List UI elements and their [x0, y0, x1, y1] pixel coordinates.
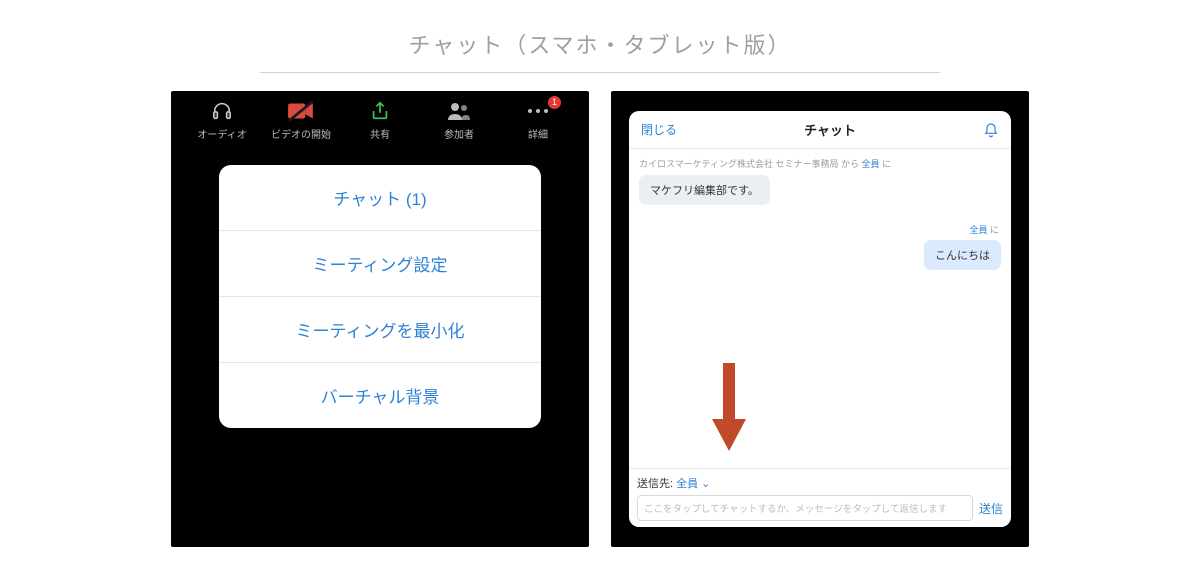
audio-label: オーディオ: [197, 126, 246, 141]
sendto-value[interactable]: 全員: [676, 478, 698, 490]
popover-virtual-background[interactable]: バーチャル背景: [219, 363, 541, 428]
share-label: 共有: [370, 126, 390, 141]
incoming-meta: カイロスマーケティング株式会社 セミナー事務局 から 全員 に: [639, 157, 1001, 170]
share-icon: [366, 99, 394, 123]
share-button[interactable]: 共有: [347, 99, 413, 141]
headphones-icon: [208, 99, 236, 123]
sendto-label: 送信先:: [637, 478, 676, 490]
video-off-icon: [287, 99, 315, 123]
audio-button[interactable]: オーディオ: [189, 99, 255, 141]
left-device-screenshot: オーディオ ビデオの開始: [171, 91, 589, 547]
annotation-arrow-icon: [709, 363, 749, 458]
video-button[interactable]: ビデオの開始: [268, 99, 334, 141]
video-label: ビデオの開始: [271, 126, 331, 141]
participants-icon: [445, 99, 473, 123]
close-button[interactable]: 閉じる: [641, 121, 677, 138]
more-popover: チャット (1) ミーティング設定 ミーティングを最小化 バーチャル背景: [219, 165, 541, 428]
right-device-screenshot: 閉じる チャット カイロスマーケティング株式会社 セミナー事務局 から 全員 に…: [611, 91, 1029, 547]
chevron-down-icon: ⌄: [698, 478, 710, 490]
chat-title: チャット: [804, 120, 856, 139]
bell-icon[interactable]: [983, 122, 999, 138]
outgoing-bubble[interactable]: こんにちは: [639, 240, 1001, 270]
page-title: チャット（スマホ・タブレット版）: [0, 0, 1200, 72]
popover-minimize-meeting[interactable]: ミーティングを最小化: [219, 297, 541, 363]
message-input[interactable]: ここをタップしてチャットするか、メッセージをタップして返信します: [637, 495, 973, 521]
chat-window: 閉じる チャット カイロスマーケティング株式会社 セミナー事務局 から 全員 に…: [629, 111, 1011, 527]
title-underline: [260, 72, 940, 73]
outgoing-meta: 全員 に: [639, 223, 999, 236]
notification-badge: 1: [548, 96, 561, 109]
incoming-bubble[interactable]: マケフリ編集部です。: [639, 175, 1001, 205]
participants-button[interactable]: 参加者: [426, 99, 492, 141]
send-button[interactable]: 送信: [979, 500, 1003, 517]
more-button[interactable]: 1 詳細: [505, 99, 571, 141]
zoom-toolbar: オーディオ ビデオの開始: [171, 91, 589, 145]
chat-body: カイロスマーケティング株式会社 セミナー事務局 から 全員 に マケフリ編集部で…: [629, 149, 1011, 468]
chat-header: 閉じる チャット: [629, 111, 1011, 149]
send-to-row[interactable]: 送信先: 全員 ⌄: [637, 475, 1003, 491]
more-label: 詳細: [528, 126, 548, 141]
popover-chat[interactable]: チャット (1): [219, 165, 541, 231]
popover-meeting-settings[interactable]: ミーティング設定: [219, 231, 541, 297]
participants-label: 参加者: [444, 126, 474, 141]
chat-footer: 送信先: 全員 ⌄ ここをタップしてチャットするか、メッセージをタップして返信し…: [629, 468, 1011, 527]
